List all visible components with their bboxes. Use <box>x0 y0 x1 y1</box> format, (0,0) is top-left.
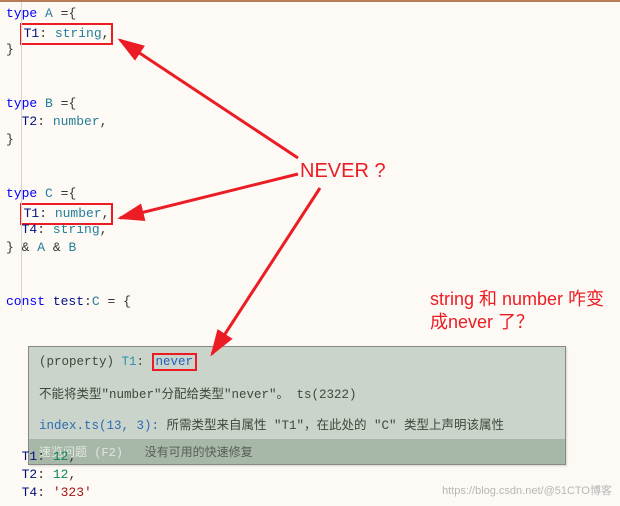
hover-tooltip: (property) T1: never 不能将类型"number"分配给类型"… <box>28 346 566 465</box>
highlight-never: never <box>152 353 198 371</box>
code-line: T1: string, <box>6 23 620 41</box>
code-line: T2: 12, <box>6 466 92 484</box>
tooltip-error-line: 不能将类型"number"分配给类型"never"。 ts(2322) <box>29 377 565 408</box>
annotation-never: NEVER ? <box>300 160 386 183</box>
code-line: } & A & B <box>6 239 620 257</box>
tooltip-quickfix-bar[interactable]: 速览问题 (F2) 没有可用的快速修复 <box>29 439 565 464</box>
tooltip-signature: (property) T1: never <box>29 347 565 377</box>
code-line: T2: number, <box>6 113 620 131</box>
blank-line <box>6 59 620 77</box>
code-line: type C ={ <box>6 185 620 203</box>
annotation-question: string 和 number 咋变成never 了？ <box>430 288 610 335</box>
code-line: } <box>6 131 620 149</box>
fold-gutter <box>21 2 22 311</box>
highlight-t1-string: T1: string, <box>20 23 114 45</box>
code-line: T4: '323' <box>6 484 92 502</box>
code-line: T1: number, <box>6 203 620 221</box>
blank-line <box>6 77 620 95</box>
code-line: T1: 12, <box>6 448 92 466</box>
tooltip-error-line: index.ts(13, 3): 所需类型来自属性 "T1"，在此处的 "C" … <box>29 408 565 439</box>
watermark: https://blog.csdn.net/@51CTO博客 <box>442 482 612 498</box>
code-editor-continued[interactable]: T1: 12, T2: 12, T4: '323' <box>6 448 92 502</box>
code-line: T4: string, <box>6 221 620 239</box>
no-quickfix-label: 没有可用的快速修复 <box>145 446 253 460</box>
code-line: type A ={ <box>6 5 620 23</box>
code-editor[interactable]: type A ={ T1: string, } type B ={ T2: nu… <box>0 2 620 311</box>
code-line: type B ={ <box>6 95 620 113</box>
blank-line <box>6 257 620 275</box>
